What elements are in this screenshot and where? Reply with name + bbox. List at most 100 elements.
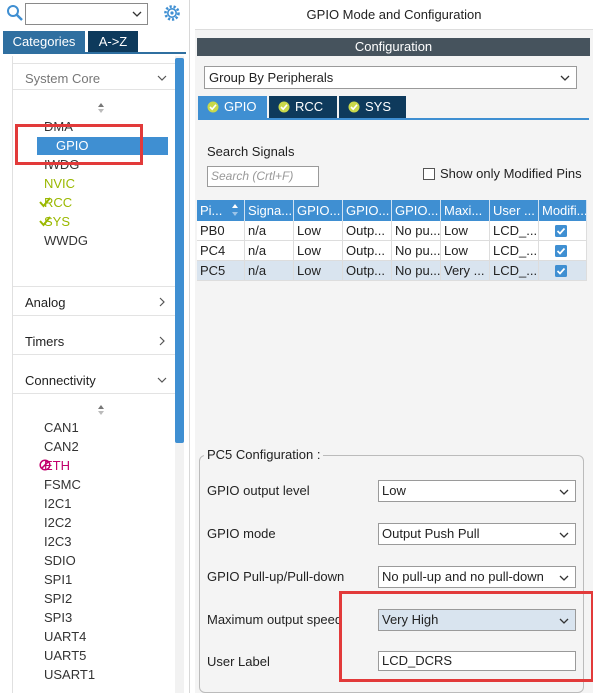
left-panel: Categories A->Z System Core DMA GPIO IWD… — [0, 0, 190, 693]
highlight-box-gpio — [15, 124, 143, 165]
chevron-down-icon[interactable] — [559, 573, 569, 583]
sidebar-item-spi1[interactable]: SPI1 — [44, 571, 72, 589]
gear-icon[interactable] — [163, 4, 181, 22]
gpio-mode-label: GPIO mode — [207, 526, 276, 541]
chevron-down-icon[interactable] — [559, 487, 569, 497]
tab-sys[interactable]: SYS — [339, 96, 406, 118]
sidebar-item-spi3[interactable]: SPI3 — [44, 609, 72, 627]
section-label: Connectivity — [25, 373, 96, 388]
sidebar-item-uart5[interactable]: UART5 — [44, 647, 86, 665]
column-header-gpio-mode[interactable]: GPIO... — [343, 200, 392, 221]
section-timers[interactable]: Timers — [25, 334, 175, 349]
modified-cell[interactable] — [539, 261, 587, 281]
tab-categories[interactable]: Categories — [3, 31, 85, 52]
sidebar-item-eth[interactable]: ETH — [44, 457, 70, 475]
table-cell: Outp... — [343, 241, 392, 261]
sidebar-item-nvic[interactable]: NVIC — [44, 175, 75, 193]
checkbox-checked-icon[interactable] — [555, 225, 567, 237]
sidebar-item-sys[interactable]: SYS — [44, 213, 70, 231]
column-header-modified[interactable]: Modifi... — [539, 200, 587, 221]
table-cell: Low — [294, 261, 343, 281]
window-edge — [593, 0, 601, 693]
chevron-down-icon[interactable] — [560, 73, 570, 83]
search-icon[interactable] — [6, 4, 24, 22]
table-cell: No pu... — [392, 261, 441, 281]
chevron-down-icon[interactable] — [157, 73, 167, 83]
table-cell: Very ... — [441, 261, 490, 281]
table-cell: n/a — [245, 221, 294, 241]
sort-arrows-icon[interactable] — [97, 404, 105, 416]
group-by-select[interactable]: Group By Peripherals — [204, 66, 577, 89]
section-analog[interactable]: Analog — [25, 295, 175, 310]
column-header-user-label[interactable]: User ... — [490, 200, 539, 221]
table-cell: Outp... — [343, 261, 392, 281]
output-level-select[interactable]: Low — [378, 480, 576, 502]
table-cell: Low — [441, 221, 490, 241]
section-label: System Core — [25, 71, 101, 86]
sidebar-scrollbar-thumb[interactable] — [175, 58, 184, 443]
sidebar-item-i2c3[interactable]: I2C3 — [44, 533, 71, 551]
table-cell: PC4 — [197, 241, 245, 261]
modified-cell[interactable] — [539, 241, 587, 261]
chevron-right-icon[interactable] — [157, 297, 167, 307]
sidebar-item-spi2[interactable]: SPI2 — [44, 590, 72, 608]
max-output-speed-label: Maximum output speed — [207, 612, 343, 627]
tab-a-z[interactable]: A->Z — [88, 31, 138, 52]
sidebar-item-wwdg[interactable]: WWDG — [44, 232, 88, 250]
sidebar-item-rcc[interactable]: RCC — [44, 194, 72, 212]
gpio-mode-select[interactable]: Output Push Pull — [378, 523, 576, 545]
column-header-gpio-pull[interactable]: GPIO... — [392, 200, 441, 221]
modified-cell[interactable] — [539, 221, 587, 241]
search-input[interactable] — [25, 3, 148, 25]
pull-up-down-label: GPIO Pull-up/Pull-down — [207, 569, 345, 584]
column-header-max-speed[interactable]: Maxi... — [441, 200, 490, 221]
search-signals-label: Search Signals — [207, 144, 295, 159]
divider — [13, 286, 175, 287]
checkbox-checked-icon[interactable] — [555, 245, 567, 257]
table-cell: Low — [294, 221, 343, 241]
sort-icon[interactable] — [231, 203, 239, 217]
sidebar-item-fsmc[interactable]: FSMC — [44, 476, 81, 494]
column-header-gpio-level[interactable]: GPIO... — [294, 200, 343, 221]
sidebar-item-sdio[interactable]: SDIO — [44, 552, 76, 570]
sidebar-item-usart1[interactable]: USART1 — [44, 666, 95, 684]
section-connectivity[interactable]: Connectivity — [25, 373, 175, 388]
sidebar-item-i2c1[interactable]: I2C1 — [44, 495, 71, 513]
search-signals-input[interactable]: Search (Crtl+F) — [207, 166, 319, 187]
tab-underline — [3, 52, 186, 54]
column-header-signal[interactable]: Signa... — [245, 200, 294, 221]
check-circle-icon — [207, 101, 219, 113]
chevron-down-icon[interactable] — [559, 530, 569, 540]
chevron-right-icon[interactable] — [157, 336, 167, 346]
table-cell: PB0 — [197, 221, 245, 241]
section-system-core[interactable]: System Core — [25, 71, 175, 86]
sort-arrows-icon[interactable] — [97, 102, 105, 114]
table-cell: n/a — [245, 261, 294, 281]
configuration-header: Configuration — [197, 38, 590, 56]
divider — [13, 393, 175, 394]
select-value: Low — [382, 483, 406, 498]
tab-label: GPIO — [224, 99, 257, 114]
show-modified-checkbox[interactable] — [423, 168, 435, 180]
divider — [13, 354, 175, 355]
sidebar-item-can1[interactable]: CAN1 — [44, 419, 79, 437]
sidebar-item-uart4[interactable]: UART4 — [44, 628, 86, 646]
tab-label: SYS — [365, 99, 392, 114]
table-cell: LCD_... — [490, 221, 539, 241]
divider — [13, 89, 175, 90]
table-cell: LCD_... — [490, 241, 539, 261]
chevron-down-icon[interactable] — [157, 375, 167, 385]
tab-gpio[interactable]: GPIO — [198, 96, 267, 118]
output-level-label: GPIO output level — [207, 483, 310, 498]
sidebar-item-can2[interactable]: CAN2 — [44, 438, 79, 456]
checkbox-checked-icon[interactable] — [555, 265, 567, 277]
pull-up-down-select[interactable]: No pull-up and no pull-down — [378, 566, 576, 588]
check-circle-icon — [348, 101, 360, 113]
column-header-pin[interactable]: Pi... — [197, 200, 245, 221]
header-label: Pi... — [200, 203, 223, 218]
user-label-label: User Label — [207, 654, 270, 669]
tab-underline — [198, 118, 589, 120]
sidebar-item-i2c2[interactable]: I2C2 — [44, 514, 71, 532]
chevron-down-icon[interactable] — [132, 9, 142, 19]
tab-rcc[interactable]: RCC — [269, 96, 337, 118]
